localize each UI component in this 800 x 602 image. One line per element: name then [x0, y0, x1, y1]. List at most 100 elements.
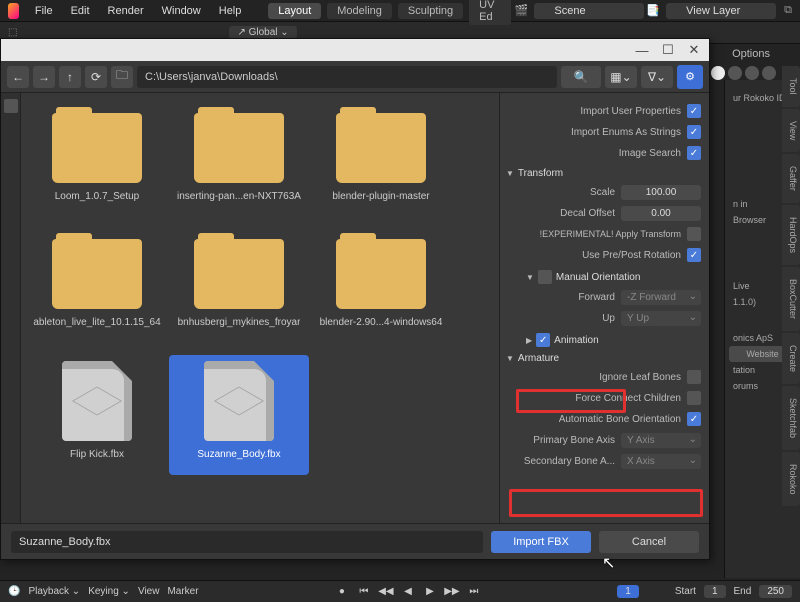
cancel-button[interactable]: Cancel: [599, 531, 699, 553]
folder-item[interactable]: inserting-pan...en-NXT763A: [169, 103, 309, 223]
tl-playback[interactable]: Playback ⌄: [28, 586, 80, 597]
copy-icon[interactable]: ⧉: [784, 4, 792, 17]
current-frame[interactable]: 1: [617, 585, 639, 598]
opt-apply-transform: !EXPERIMENTAL! Apply Transform: [540, 229, 681, 239]
tl-view[interactable]: View: [138, 586, 160, 597]
folder-icon: [52, 113, 142, 183]
play-rev-icon[interactable]: ◀: [401, 585, 415, 599]
checkbox[interactable]: ✓: [536, 333, 550, 347]
dialog-sidebar: [1, 93, 21, 523]
checkbox[interactable]: [687, 370, 701, 384]
end-frame-input[interactable]: 250: [759, 585, 792, 598]
workspace-uved[interactable]: UV Ed: [469, 0, 511, 25]
workspace-layout[interactable]: Layout: [268, 3, 321, 19]
viewlayer-icon: 📑: [646, 4, 660, 17]
import-button[interactable]: Import FBX: [491, 531, 591, 553]
section-armature[interactable]: ▼Armature: [506, 353, 701, 364]
path-input[interactable]: C:\Users\janva\Downloads\: [137, 66, 557, 88]
back-icon[interactable]: ←: [7, 66, 29, 88]
file-item[interactable]: Flip Kick.fbx: [27, 355, 167, 475]
scale-input[interactable]: 100.00: [621, 185, 701, 200]
opt-primary-bone-axis: Primary Bone Axis: [533, 435, 615, 446]
vtab-tool[interactable]: Tool: [782, 66, 800, 107]
n-panel-tabs: Tool View Gaffer HardOps BoxCutter Creat…: [782, 66, 800, 506]
decal-input[interactable]: 0.00: [621, 206, 701, 221]
jump-start-icon[interactable]: ⏮: [357, 585, 371, 599]
vtab-create[interactable]: Create: [782, 333, 800, 384]
opt-auto-bone-orient: Automatic Bone Orientation: [559, 414, 681, 425]
vtab-view[interactable]: View: [782, 109, 800, 152]
checkbox[interactable]: [687, 391, 701, 405]
minimize-icon[interactable]: —: [629, 41, 655, 59]
menu-window[interactable]: Window: [154, 3, 209, 19]
file-label: Loom_1.0.7_Setup: [55, 191, 140, 202]
checkbox[interactable]: ✓: [687, 146, 701, 160]
display-mode-icon[interactable]: ▦⌄: [605, 66, 637, 88]
vtab-rokoko[interactable]: Rokoko: [782, 452, 800, 507]
vtab-sketchfab[interactable]: Sketchfab: [782, 386, 800, 450]
next-key-icon[interactable]: ▶▶: [445, 585, 459, 599]
bookmark-icon[interactable]: [4, 99, 18, 113]
checkbox[interactable]: [538, 270, 552, 284]
prev-key-icon[interactable]: ◀◀: [379, 585, 393, 599]
section-animation[interactable]: ▶✓Animation: [526, 333, 701, 347]
section-manual-orient[interactable]: ▼Manual Orientation: [526, 270, 701, 284]
up-icon[interactable]: ↑: [59, 66, 81, 88]
folder-item[interactable]: blender-2.90...4-windows64: [311, 229, 451, 349]
section-transform[interactable]: ▼Transform: [506, 168, 701, 179]
search-icon[interactable]: 🔍: [561, 66, 601, 88]
start-frame-input[interactable]: 1: [704, 585, 726, 598]
refresh-icon[interactable]: ⟳: [85, 66, 107, 88]
play-icon[interactable]: ▶: [423, 585, 437, 599]
vtab-boxcutter[interactable]: BoxCutter: [782, 267, 800, 331]
file-label: Suzanne_Body.fbx: [197, 449, 280, 460]
close-icon[interactable]: ✕: [681, 41, 707, 59]
start-label: Start: [675, 586, 696, 597]
fbx-file-icon: [62, 361, 132, 441]
autokey-icon[interactable]: ●: [335, 585, 349, 599]
tl-marker[interactable]: Marker: [167, 586, 198, 597]
viewlayer-input[interactable]: View Layer: [666, 3, 776, 19]
checkbox[interactable]: ✓: [687, 104, 701, 118]
newfolder-icon[interactable]: 🗀: [111, 66, 133, 88]
folder-item[interactable]: ableton_live_lite_10.1.15_64: [27, 229, 167, 349]
filter-icon[interactable]: ∇⌄: [641, 66, 673, 88]
forward-icon[interactable]: →: [33, 66, 55, 88]
up-select: Y Up: [621, 311, 701, 326]
import-options: Import User Properties✓ Import Enums As …: [499, 93, 709, 523]
menu-render[interactable]: Render: [100, 3, 152, 19]
timeline: 🕒 Playback ⌄ Keying ⌄ View Marker ● ⏮ ◀◀…: [0, 580, 800, 602]
folder-item[interactable]: Loom_1.0.7_Setup: [27, 103, 167, 223]
gear-icon[interactable]: ⚙: [677, 65, 703, 89]
scene-input[interactable]: Scene: [534, 3, 644, 19]
menu-help[interactable]: Help: [211, 3, 250, 19]
checkbox[interactable]: ✓: [687, 248, 701, 262]
vtab-hardops[interactable]: HardOps: [782, 205, 800, 265]
opt-secondary-bone-axis: Secondary Bone A...: [524, 456, 615, 467]
folder-icon: [194, 113, 284, 183]
dialog-footer: Suzanne_Body.fbx Import FBX Cancel: [1, 523, 709, 559]
file-label: blender-2.90...4-windows64: [320, 317, 443, 328]
filename-input[interactable]: Suzanne_Body.fbx: [11, 531, 483, 553]
opt-scale: Scale: [590, 187, 615, 198]
workspace-modeling[interactable]: Modeling: [327, 3, 392, 19]
opt-import-user-props: Import User Properties: [580, 106, 681, 117]
maximize-icon[interactable]: ☐: [655, 41, 681, 59]
file-item-selected[interactable]: Suzanne_Body.fbx: [169, 355, 309, 475]
checkbox[interactable]: ✓: [687, 125, 701, 139]
pba-select: Y Axis: [621, 433, 701, 448]
menu-edit[interactable]: Edit: [63, 3, 98, 19]
workspace-sculpting[interactable]: Sculpting: [398, 3, 463, 19]
checkbox[interactable]: ✓: [687, 412, 701, 426]
menubar: File Edit Render Window Help Layout Mode…: [0, 0, 800, 22]
sba-select: X Axis: [621, 454, 701, 469]
jump-end-icon[interactable]: ⏭: [467, 585, 481, 599]
options-label[interactable]: Options: [732, 48, 770, 60]
vtab-gaffer[interactable]: Gaffer: [782, 154, 800, 203]
folder-item[interactable]: blender-plugin-master: [311, 103, 451, 223]
file-dialog: — ☐ ✕ ← → ↑ ⟳ 🗀 C:\Users\janva\Downloads…: [0, 38, 710, 560]
checkbox[interactable]: [687, 227, 701, 241]
folder-item[interactable]: bnhusbergi_mykines_froyar: [169, 229, 309, 349]
tl-keying[interactable]: Keying ⌄: [88, 586, 130, 597]
menu-file[interactable]: File: [27, 3, 61, 19]
